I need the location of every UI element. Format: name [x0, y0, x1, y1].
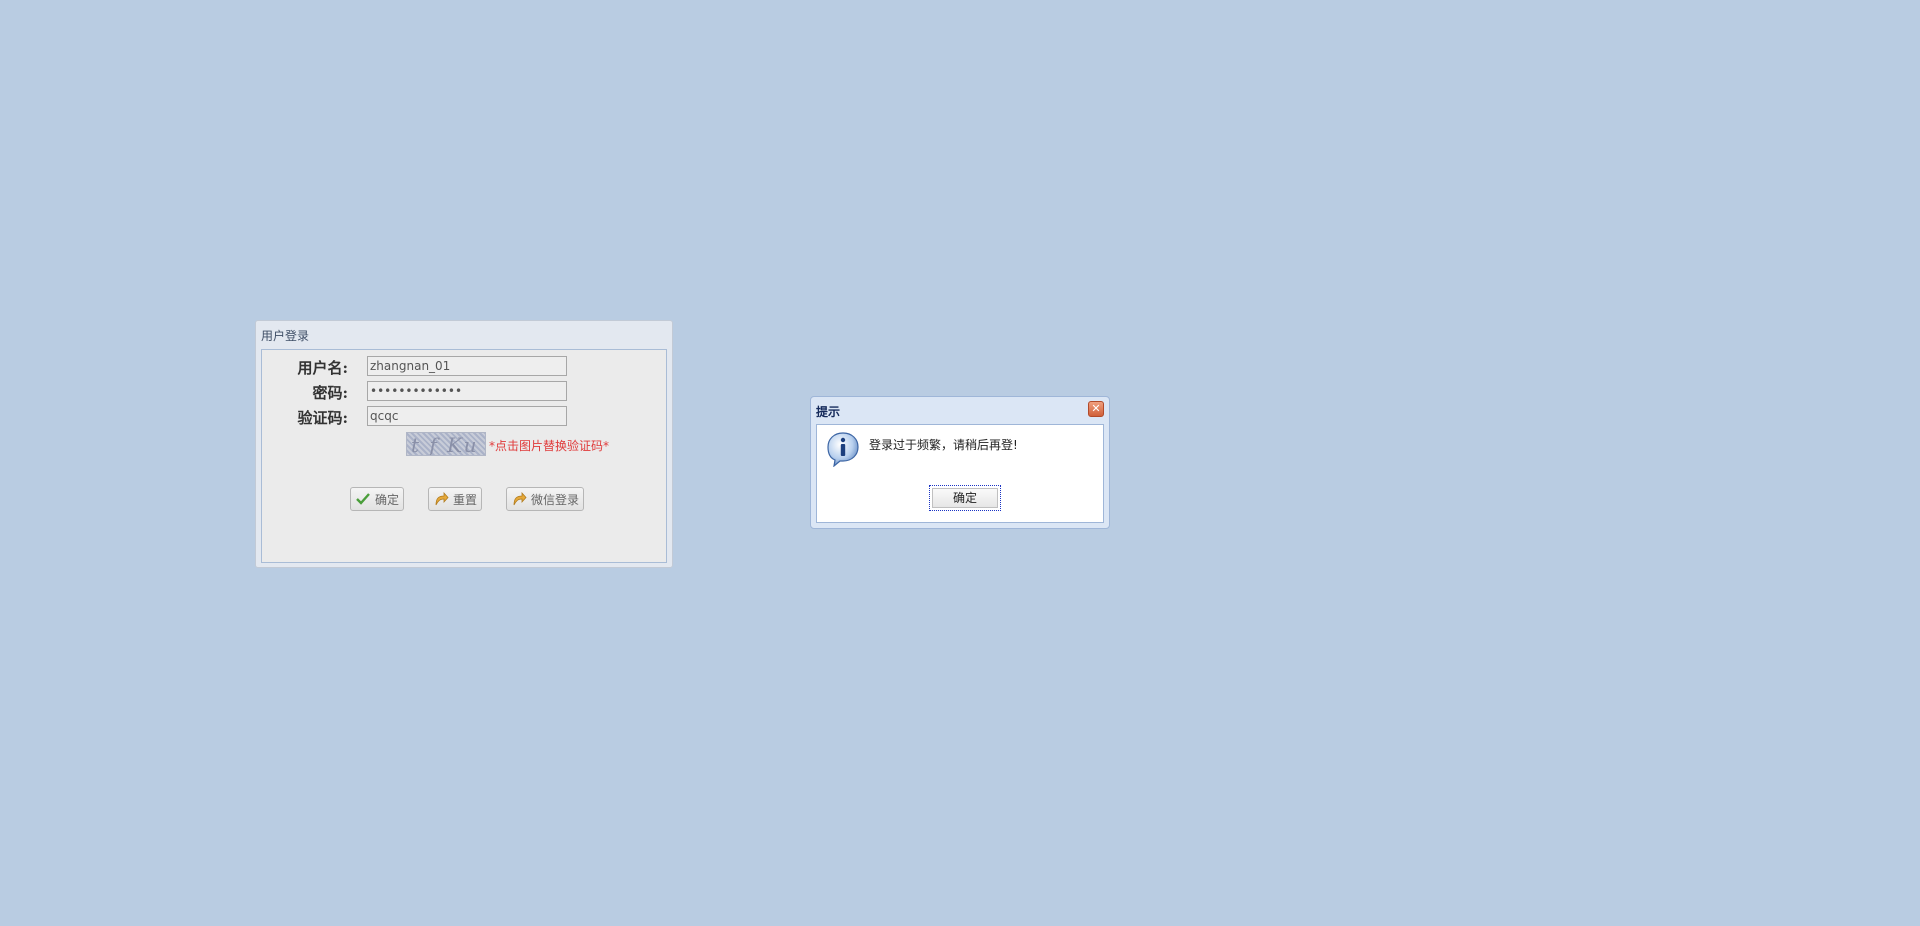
- login-panel-title: 用户登录: [261, 329, 310, 343]
- dialog-title: 提示: [816, 405, 841, 419]
- captcha-label: 验证码:: [297, 409, 348, 427]
- captcha-row: 验证码:: [262, 406, 666, 428]
- confirm-button-label: 确定: [375, 492, 400, 507]
- password-label: 密码:: [312, 384, 348, 402]
- dialog-message: 登录过于频繁，请稍后再登!: [869, 438, 1018, 452]
- redo-arrow-icon: [511, 491, 527, 507]
- dialog-ok-label: 确定: [932, 488, 998, 508]
- password-row: 密码:: [262, 381, 666, 403]
- close-icon[interactable]: ✕: [1088, 401, 1104, 417]
- reset-button-label: 重置: [453, 492, 478, 507]
- wechat-login-button-label: 微信登录: [531, 492, 580, 507]
- captcha-image-text: t f Ku: [411, 433, 479, 456]
- username-row: 用户名:: [262, 356, 666, 378]
- info-icon: [826, 431, 860, 471]
- dialog-body: 登录过于频繁，请稍后再登! 确定: [816, 424, 1104, 523]
- captcha-input[interactable]: [367, 406, 567, 426]
- login-panel: 用户登录 用户名: 密码: 验证码: t f Ku *点击图片替换验证码* 确定: [255, 320, 673, 568]
- checkmark-icon: [355, 491, 371, 507]
- password-input[interactable]: [367, 381, 567, 401]
- login-form: 用户名: 密码: 验证码: t f Ku *点击图片替换验证码* 确定 重置: [261, 349, 667, 563]
- wechat-login-button[interactable]: 微信登录: [506, 487, 585, 511]
- confirm-button[interactable]: 确定: [350, 487, 405, 511]
- redo-arrow-icon: [433, 491, 449, 507]
- captcha-image[interactable]: t f Ku: [406, 432, 486, 456]
- alert-dialog: 提示 ✕ 登录过于频繁，请稍后再登! 确定: [810, 396, 1110, 529]
- username-label: 用户名:: [297, 359, 348, 377]
- username-input[interactable]: [367, 356, 567, 376]
- reset-button[interactable]: 重置: [428, 487, 483, 511]
- dialog-ok-button[interactable]: 确定: [929, 485, 1001, 511]
- captcha-hint: *点击图片替换验证码*: [489, 439, 610, 453]
